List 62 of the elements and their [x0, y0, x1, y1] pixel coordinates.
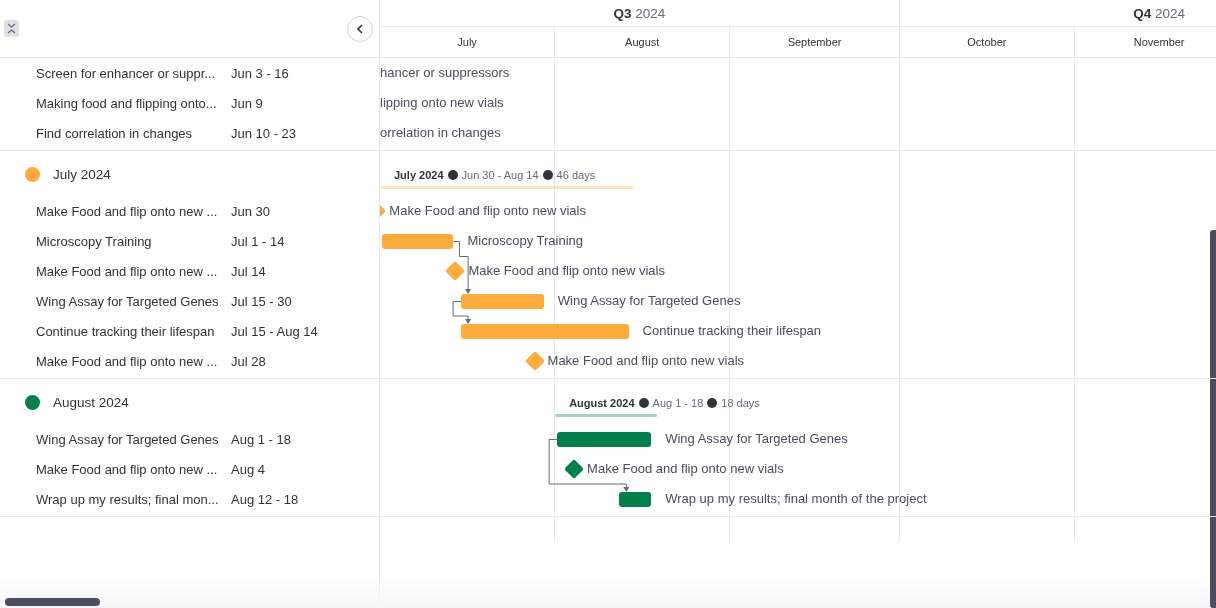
task-dates: Jun 3 - 16 [231, 65, 289, 81]
expand-collapse-button[interactable] [4, 20, 19, 37]
task-name[interactable]: Make Food and flip onto new ... [36, 263, 231, 279]
bar-label: Microscopy Training [467, 233, 584, 248]
group-summary-dates: Jun 30 - Aug 14 [461, 169, 539, 181]
horizontal-scrollbar[interactable] [5, 598, 100, 606]
task-name[interactable]: Microscopy Training [36, 233, 231, 249]
month-label: November [1074, 27, 1216, 57]
bar-label: hancer or suppressors [380, 65, 510, 80]
bar-label: Continue tracking their lifespan [642, 323, 822, 338]
chevrons-icon [7, 23, 16, 34]
task-dates: Aug 12 - 18 [231, 491, 299, 507]
bar-label: lipping onto new vials [380, 95, 504, 110]
month-label: August [555, 27, 731, 57]
separator-dot [638, 398, 649, 408]
task-dates: Jul 15 - Aug 14 [231, 323, 318, 339]
bar-label: Wrap up my results; final month of the project [665, 491, 927, 506]
task-dates: Jul 1 - 14 [231, 233, 285, 249]
bar-label: Make Food and flip onto new vials [468, 263, 665, 278]
group-summary-duration: 46 days [556, 169, 596, 181]
task-dates: Jun 9 [231, 95, 263, 111]
task-dates: Aug 1 - 18 [231, 431, 291, 447]
task-name[interactable]: Making food and flipping onto... [36, 95, 231, 111]
task-name[interactable]: Make Food and flip onto new ... [36, 203, 231, 219]
bar-label: Wing Assay for Targeted Genes [665, 431, 848, 446]
quarter-label: Q3 2024 [613, 5, 666, 21]
group-summary-name: August 2024 [569, 397, 635, 409]
month-label: July [380, 27, 556, 57]
bar-label: Make Food and flip onto new vials [587, 461, 784, 476]
task-name[interactable]: Make Food and flip onto new ... [36, 353, 231, 369]
group-summary-name: July 2024 [394, 169, 444, 181]
group-summary-duration: 18 days [721, 397, 760, 409]
separator-dot [707, 398, 718, 408]
bar-label: Make Food and flip onto new vials [389, 203, 586, 218]
task-name[interactable]: Find correlation in changes [36, 125, 231, 141]
bar-label: Make Food and flip onto new vials [547, 353, 745, 368]
task-name[interactable]: Wing Assay for Targeted Genes [36, 293, 231, 309]
task-name[interactable]: Wrap up my results; final mon... [36, 491, 231, 507]
group-title[interactable]: July 2024 [53, 166, 111, 182]
month-label: October [899, 27, 1075, 57]
group-summary-dates: Aug 1 - 18 [652, 397, 704, 409]
month-label: September [730, 27, 900, 57]
separator-dot [542, 170, 553, 180]
bar-label: Wing Assay for Targeted Genes [557, 293, 741, 308]
separator-dot [447, 170, 458, 180]
bar-label: orrelation in changes [380, 125, 501, 140]
collapse-panel-button[interactable] [347, 15, 373, 42]
task-dates: Jul 15 - 30 [231, 293, 292, 309]
task-dates: Jul 14 [231, 263, 266, 279]
task-dates: Jun 30 [231, 203, 271, 219]
vertical-scrollbar[interactable] [1210, 230, 1216, 608]
task-dates: Jun 10 - 23 [231, 125, 297, 141]
task-name[interactable]: Screen for enhancer or suppr... [36, 65, 231, 81]
task-bar[interactable] [619, 492, 652, 507]
group-title[interactable]: August 2024 [53, 394, 129, 410]
task-name[interactable]: Wing Assay for Targeted Genes [36, 431, 231, 447]
task-name[interactable]: Continue tracking their lifespan [36, 323, 231, 339]
task-dates: Jul 28 [231, 353, 266, 369]
quarter-label: Q4 2024 [1133, 5, 1186, 21]
task-dates: Aug 4 [231, 461, 265, 477]
task-name[interactable]: Make Food and flip onto new ... [36, 461, 231, 477]
chevron-left-icon [356, 23, 364, 34]
